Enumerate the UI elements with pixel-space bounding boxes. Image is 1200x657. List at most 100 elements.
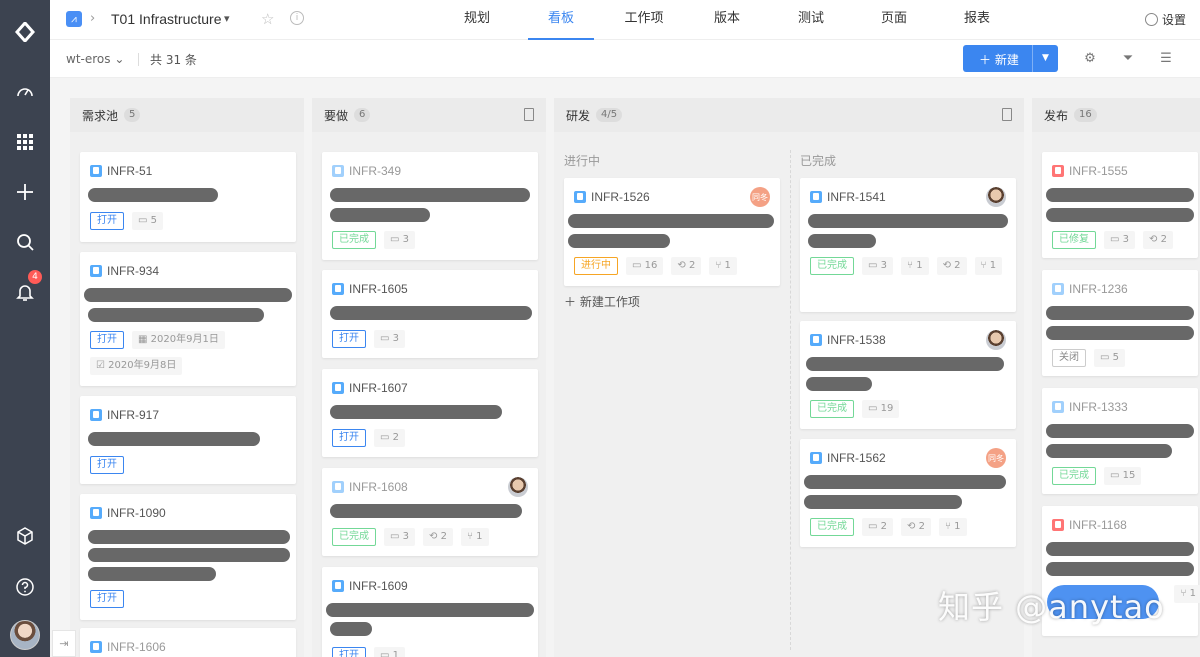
card-id: INFR-1562 — [827, 451, 886, 465]
card-infr-1608[interactable]: INFR-1608 已完成 ▭ 3 ⟲ 2 ⑂ 1 — [322, 468, 538, 556]
assignee-avatar[interactable] — [508, 477, 528, 497]
assignee-avatar[interactable]: 同冬 — [750, 187, 770, 207]
card-infr-1562[interactable]: INFR-1562 同冬 已完成 ▭ 2 ⟲ 2 ⑂ 1 — [800, 439, 1016, 547]
tab-board[interactable]: 看板 — [528, 0, 594, 40]
assignee-avatar[interactable] — [986, 330, 1006, 350]
card-id: INFR-349 — [349, 164, 402, 178]
card-infr-51[interactable]: INFR-51 打开 ▭ 5 — [80, 152, 296, 242]
card-infr-1555[interactable]: INFR-1555 已修复 ▭ 3 ⟲ 2 — [1042, 152, 1198, 258]
notification-bell-icon[interactable] — [0, 274, 50, 310]
redacted-title — [568, 234, 670, 248]
story-type-icon — [332, 580, 344, 592]
status-badge[interactable]: 打开 — [90, 331, 124, 349]
redacted-title — [806, 377, 872, 391]
new-item-button[interactable]: ＋ 新建 ▼ — [963, 45, 1058, 72]
project-title[interactable]: T01 Infrastructure — [111, 11, 222, 27]
redacted-title — [1046, 306, 1194, 320]
assignee-avatar[interactable]: 同冬 — [986, 448, 1006, 468]
status-badge[interactable]: 打开 — [90, 456, 124, 474]
story-type-icon — [90, 409, 102, 421]
adjust-settings-icon[interactable]: ⚙ — [1082, 51, 1098, 67]
user-avatar[interactable] — [10, 620, 40, 650]
star-icon[interactable]: ☆ — [261, 10, 274, 28]
status-badge[interactable]: 打开 — [332, 647, 366, 657]
card-infr-1538[interactable]: INFR-1538 已完成 ▭ 19 — [800, 321, 1016, 429]
redacted-title — [88, 530, 290, 544]
card-id: INFR-1236 — [1069, 282, 1128, 296]
status-badge[interactable]: 已完成 — [810, 518, 854, 536]
redacted-title — [568, 214, 774, 228]
status-badge[interactable]: 已完成 — [810, 257, 854, 275]
assignee-avatar[interactable] — [986, 187, 1006, 207]
search-icon[interactable] — [0, 224, 50, 260]
status-badge[interactable]: 关闭 — [1052, 349, 1086, 367]
status-badge[interactable]: 已完成 — [332, 528, 376, 546]
expand-sidebar-icon[interactable]: ⇥ — [52, 630, 76, 657]
list-view-icon[interactable]: ☰ — [1158, 51, 1174, 67]
tab-pages[interactable]: 页面 — [861, 0, 927, 40]
new-work-item-button[interactable]: ＋ 新建工作项 — [564, 293, 640, 310]
tab-work-items[interactable]: 工作项 — [611, 0, 677, 40]
tab-tests[interactable]: 测试 — [778, 0, 844, 40]
cube-icon[interactable] — [0, 518, 50, 554]
top-bar: ⩘ › T01 Infrastructure ▾ ☆ i 规划 看板 工作项 版… — [50, 0, 1200, 40]
story-type-icon — [90, 165, 102, 177]
column-development: 研发 4/5 进行中 已完成 INFR-1526 同冬 进行中 ▭ 16 ⟲ 2… — [554, 98, 1024, 657]
project-icon[interactable]: ⩘ — [66, 11, 82, 27]
card-infr-1609[interactable]: INFR-1609 打开 ▭ 1 — [322, 567, 538, 657]
redacted-title — [1046, 444, 1172, 458]
scope-selector[interactable]: wt-eros ⌄ — [66, 52, 124, 66]
settings-button[interactable]: 设置 — [1144, 11, 1186, 28]
help-icon[interactable] — [0, 569, 50, 605]
new-dropdown-caret-icon[interactable]: ▼ — [1032, 45, 1058, 72]
card-infr-1236[interactable]: INFR-1236 关闭 ▭ 5 — [1042, 270, 1198, 376]
status-badge[interactable]: 打开 — [332, 330, 366, 348]
card-id: INFR-1541 — [827, 190, 886, 204]
filter-icon[interactable]: ⏷ — [1120, 51, 1136, 67]
dashboard-icon[interactable] — [0, 74, 50, 110]
status-badge[interactable]: 已完成 — [332, 231, 376, 249]
new-button-label: ＋ 新建 — [979, 53, 1019, 67]
chevron-down-icon[interactable]: ▾ — [224, 12, 230, 25]
card-infr-1606[interactable]: INFR-1606 — [80, 628, 296, 657]
apps-grid-icon[interactable] — [0, 124, 50, 160]
comment-count: ▭ 16 — [626, 257, 664, 275]
document-icon[interactable] — [524, 108, 534, 121]
watermark-text: 知乎 @anytao — [938, 588, 1165, 626]
redacted-title — [1046, 542, 1194, 556]
status-badge[interactable]: 已完成 — [810, 400, 854, 418]
comment-count: ▭ 3 — [384, 528, 416, 546]
tab-versions[interactable]: 版本 — [694, 0, 760, 40]
status-badge[interactable]: 打开 — [332, 429, 366, 447]
card-infr-1526[interactable]: INFR-1526 同冬 进行中 ▭ 16 ⟲ 2 ⑂ 1 — [564, 178, 780, 286]
add-icon[interactable] — [0, 174, 50, 210]
redacted-title — [804, 495, 962, 509]
status-badge[interactable]: 已修复 — [1052, 231, 1096, 249]
tab-reports[interactable]: 报表 — [944, 0, 1010, 40]
info-icon[interactable]: i — [290, 11, 304, 25]
card-id: INFR-1555 — [1069, 164, 1128, 178]
bug-type-icon — [1052, 519, 1064, 531]
card-infr-1090[interactable]: INFR-1090 打开 — [80, 494, 296, 620]
card-infr-1605[interactable]: INFR-1605 打开 ▭ 3 — [322, 270, 538, 358]
status-badge[interactable]: 已完成 — [1052, 467, 1096, 485]
card-infr-1607[interactable]: INFR-1607 打开 ▭ 2 — [322, 369, 538, 457]
document-icon[interactable] — [1002, 108, 1012, 121]
column-todo: 要做 6 INFR-349 已完成 ▭ 3 INFR-1605 打开 ▭ 3 I… — [312, 98, 546, 657]
card-infr-1333[interactable]: INFR-1333 已完成 ▭ 15 — [1042, 388, 1198, 494]
link-count: ⟲ 2 — [423, 528, 453, 546]
redacted-title — [88, 432, 260, 446]
pr-count: ⑂ 1 — [460, 528, 489, 546]
tab-plan[interactable]: 规划 — [444, 0, 510, 40]
card-infr-1541[interactable]: INFR-1541 已完成 ▭ 3 ⑂ 1 ⟲ 2 ⑂ 1 — [800, 178, 1016, 312]
app-logo-icon[interactable] — [0, 14, 50, 50]
card-infr-917[interactable]: INFR-917 打开 — [80, 396, 296, 484]
redacted-title — [330, 208, 430, 222]
card-infr-349[interactable]: INFR-349 已完成 ▭ 3 — [322, 152, 538, 260]
status-badge[interactable]: 打开 — [90, 212, 124, 230]
status-badge[interactable]: 打开 — [90, 590, 124, 608]
card-id: INFR-1526 — [591, 190, 650, 204]
status-badge[interactable]: 进行中 — [574, 257, 618, 275]
card-infr-934[interactable]: INFR-934 打开 ▦ 2020年9月1日 ☑ 2020年9月8日 — [80, 252, 296, 386]
card-id: INFR-1090 — [107, 506, 166, 520]
